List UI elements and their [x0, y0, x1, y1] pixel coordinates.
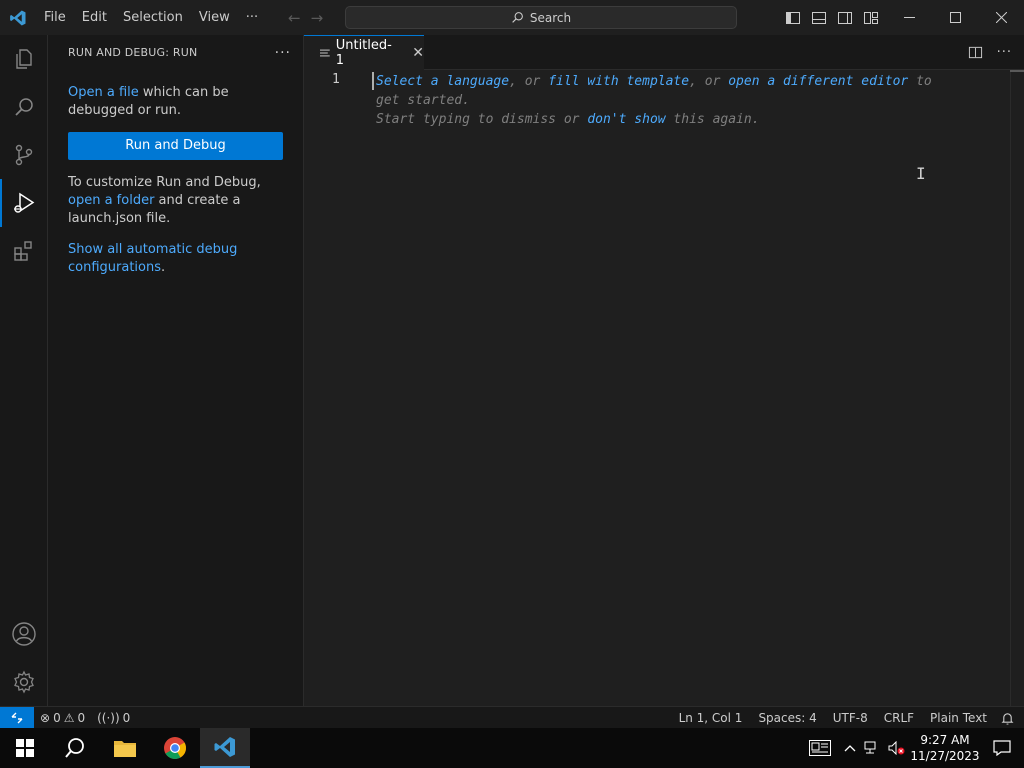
show-hidden-icons-chevron-icon[interactable] [840, 728, 860, 768]
taskbar-clock[interactable]: 9:27 AM 11/27/2023 [910, 732, 980, 764]
indentation[interactable]: Spaces: 4 [750, 707, 824, 729]
editor-hint: Select a language, or fill with template… [376, 72, 936, 129]
run-and-debug-icon[interactable] [0, 179, 48, 227]
menu-selection[interactable]: Selection [115, 0, 191, 35]
fill-template-link[interactable]: fill with template [548, 74, 689, 89]
tab-untitled-1[interactable]: Untitled-1 ✕ [304, 35, 424, 70]
customize-layout-icon[interactable] [862, 9, 879, 26]
volume-muted-icon[interactable] [884, 728, 910, 768]
encoding[interactable]: UTF-8 [825, 707, 876, 729]
search-view-icon[interactable] [0, 83, 48, 131]
ports-indicator[interactable]: ((·)) 0 [91, 707, 136, 729]
split-editor-icon[interactable] [968, 45, 983, 60]
search-label: Search [529, 10, 572, 25]
customize-prefix: To customize Run and Debug, [68, 175, 261, 190]
close-icon[interactable] [978, 0, 1024, 35]
search-icon [512, 12, 523, 23]
language-mode[interactable]: Plain Text [922, 707, 995, 729]
editor-tab-bar: Untitled-1 ✕ ··· [304, 35, 1024, 70]
open-folder-link[interactable]: open a folder [68, 193, 154, 208]
open-file-text: Open a file which can be debugged or run… [48, 84, 303, 120]
clock-time: 9:27 AM [920, 733, 970, 747]
error-count: 0 [53, 710, 61, 725]
tab-close-icon[interactable]: ✕ [412, 45, 424, 61]
network-icon[interactable] [860, 728, 884, 768]
toggle-primary-sidebar-icon[interactable] [784, 9, 801, 26]
scrollbar-cursor-marker [1010, 70, 1024, 72]
navigation-arrows: ← → [288, 0, 323, 35]
hint-separator-1: , or [509, 74, 549, 89]
tab-label: Untitled-1 [335, 38, 392, 68]
show-all-configurations-link[interactable]: Show all automatic debug configurations [68, 242, 237, 275]
show-configurations-text: Show all automatic debug configurations. [48, 241, 303, 277]
status-bar: ⊗ 0 ⚠ 0 ((·)) 0 Ln 1, Col 1 Spaces: 4 UT… [0, 706, 1024, 729]
run-and-debug-sidebar: RUN AND DEBUG: RUN ··· Open a file which… [48, 35, 304, 706]
line-number: 1 [332, 72, 340, 87]
ports-antenna-icon: ((·)) [97, 710, 120, 725]
layout-controls [784, 0, 879, 35]
menu-edit[interactable]: Edit [74, 0, 115, 35]
explorer-icon[interactable] [0, 35, 48, 83]
cursor-position[interactable]: Ln 1, Col 1 [671, 707, 751, 729]
editor-more-actions-icon[interactable]: ··· [997, 45, 1012, 60]
title-bar: File Edit Selection View ··· ← → Search [0, 0, 1024, 35]
editor-area[interactable]: 1 Select a language, or fill with templa… [304, 70, 1024, 706]
show-all-period: . [161, 260, 166, 275]
mouse-ibeam-cursor: I [916, 164, 926, 183]
windows-start-icon[interactable] [0, 728, 50, 768]
open-file-link[interactable]: Open a file [68, 85, 139, 100]
warning-icon: ⚠ [63, 710, 75, 725]
chrome-icon[interactable] [150, 728, 200, 768]
hint-separator-2: , or [689, 74, 729, 89]
maximize-icon[interactable] [932, 0, 978, 35]
menu-bar: File Edit Selection View ··· [36, 0, 266, 35]
menu-file[interactable]: File [36, 0, 74, 35]
vscode-logo-icon [0, 0, 36, 35]
sidebar-title: RUN AND DEBUG: RUN [68, 46, 198, 59]
news-widget-icon[interactable] [800, 728, 840, 768]
ports-count: 0 [122, 710, 131, 725]
notifications-bell-icon[interactable] [995, 707, 1024, 729]
windows-taskbar: 9:27 AM 11/27/2023 [0, 728, 1024, 768]
minimize-icon[interactable] [886, 0, 932, 35]
line-ending[interactable]: CRLF [876, 707, 922, 729]
menu-view[interactable]: View [191, 0, 238, 35]
text-file-icon [320, 49, 330, 57]
system-tray: 9:27 AM 11/27/2023 [800, 728, 1024, 768]
status-bar-right: Ln 1, Col 1 Spaces: 4 UTF-8 CRLF Plain T… [671, 707, 1024, 729]
problems-indicator[interactable]: ⊗ 0 ⚠ 0 [34, 707, 91, 729]
source-control-icon[interactable] [0, 131, 48, 179]
editor-scrollbar[interactable] [1010, 70, 1024, 706]
open-different-editor-link[interactable]: open a different editor [728, 74, 908, 89]
sidebar-header: RUN AND DEBUG: RUN ··· [48, 35, 303, 70]
error-icon: ⊗ [40, 710, 51, 725]
activity-bar [0, 35, 48, 706]
clock-date: 11/27/2023 [910, 749, 980, 763]
dont-show-link[interactable]: don't show [587, 112, 665, 127]
manage-gear-icon[interactable] [0, 658, 48, 706]
back-arrow-icon[interactable]: ← [288, 9, 301, 27]
sidebar-more-actions-icon[interactable]: ··· [275, 45, 291, 61]
menu-more[interactable]: ··· [238, 0, 266, 35]
vscode-taskbar-icon[interactable] [200, 728, 250, 768]
extensions-icon[interactable] [0, 227, 48, 275]
run-and-debug-button[interactable]: Run and Debug [68, 132, 283, 160]
toggle-panel-icon[interactable] [810, 9, 827, 26]
accounts-icon[interactable] [0, 610, 48, 658]
text-cursor [372, 72, 374, 90]
customize-text: To customize Run and Debug, open a folde… [48, 174, 303, 228]
hint-start-typing: Start typing to dismiss or [376, 112, 588, 127]
command-center-search[interactable]: Search [345, 6, 737, 29]
editor-actions: ··· [968, 35, 1012, 70]
toggle-secondary-sidebar-icon[interactable] [836, 9, 853, 26]
remote-indicator-icon[interactable] [0, 706, 34, 729]
hint-this-again: this again. [665, 112, 760, 127]
window-controls [886, 0, 1024, 35]
select-language-link[interactable]: Select a language [376, 74, 509, 89]
forward-arrow-icon[interactable]: → [311, 9, 324, 27]
action-center-icon[interactable] [980, 728, 1024, 768]
warning-count: 0 [77, 710, 86, 725]
file-explorer-icon[interactable] [100, 728, 150, 768]
taskbar-search-icon[interactable] [50, 728, 100, 768]
